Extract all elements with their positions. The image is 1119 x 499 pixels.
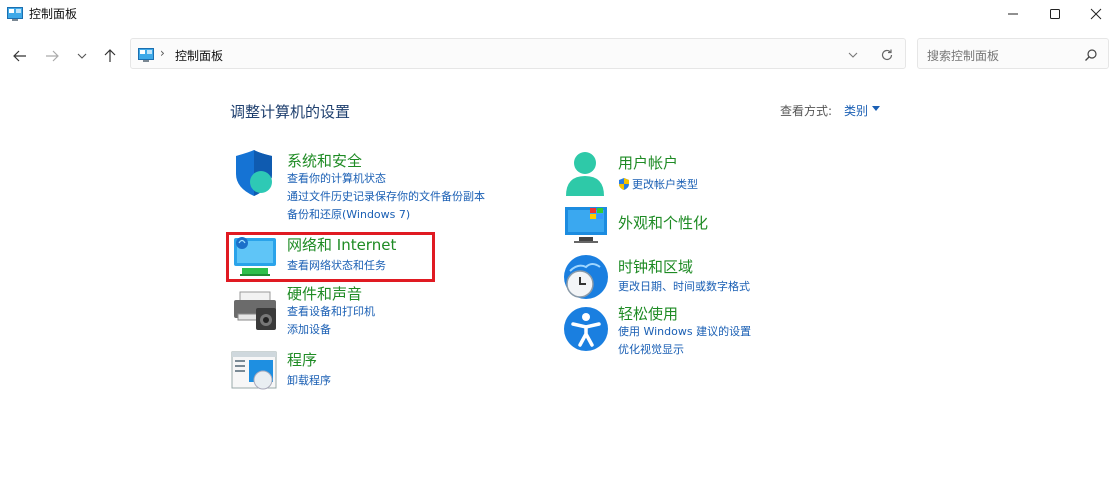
link-change-account-type[interactable]: 更改帐户类型 [618,176,698,192]
category-programs[interactable]: 程序 [287,349,317,370]
category-clock-region[interactable]: 时钟和区域 [618,256,693,277]
category-hardware-sound[interactable]: 硬件和声音 [287,283,362,304]
category-user-accounts[interactable]: 用户帐户 [618,152,678,173]
view-by-dropdown[interactable]: 类别 [844,102,868,119]
chevron-down-icon [77,53,87,59]
arrow-right-icon [46,50,59,62]
link-change-date-time-format[interactable]: 更改日期、时间或数字格式 [618,278,750,294]
breadcrumb-control-panel[interactable]: 控制面板 [175,47,223,64]
forward-button[interactable] [40,44,64,68]
category-appearance[interactable]: 外观和个性化 [618,212,708,233]
link-optimize-visual-display[interactable]: 优化视觉显示 [618,341,684,357]
uac-shield-icon [619,178,629,190]
search-input[interactable]: 搜索控制面板 [917,38,1109,69]
link-add-device[interactable]: 添加设备 [287,321,331,337]
back-button[interactable] [8,44,32,68]
address-dropdown-button[interactable] [845,47,861,63]
printer-icon[interactable] [232,290,282,340]
view-by-label: 查看方式: [780,104,833,118]
minimize-icon [1008,13,1018,15]
accessibility-icon[interactable] [562,305,612,355]
maximize-button[interactable] [1032,0,1078,28]
minimize-button[interactable] [990,0,1036,28]
refresh-icon [881,49,893,61]
recent-locations-button[interactable] [70,44,94,68]
link-recommended-settings[interactable]: 使用 Windows 建议的设置 [618,323,751,339]
programs-icon[interactable] [231,350,281,400]
window-title: 控制面板 [29,7,78,21]
arrow-left-icon [13,50,26,62]
link-view-computer-status[interactable]: 查看你的计算机状态 [287,170,386,186]
breadcrumb-separator[interactable]: › [160,46,165,60]
search-placeholder: 搜索控制面板 [927,49,1000,63]
maximize-icon [1050,9,1060,19]
chevron-down-icon [848,52,858,58]
shield-icon[interactable] [232,150,282,200]
control-panel-icon [7,6,23,21]
caret-down-icon[interactable] [872,106,880,112]
user-accounts-icon[interactable] [564,150,614,200]
category-system-security[interactable]: 系统和安全 [287,150,362,171]
link-backup-restore[interactable]: 备份和还原(Windows 7) [287,206,410,222]
arrow-up-icon [104,49,116,62]
link-file-history-backup[interactable]: 通过文件历史记录保存你的文件备份副本 [287,188,485,204]
address-bar[interactable]: › 控制面板 [130,38,906,69]
close-button[interactable] [1073,0,1119,28]
refresh-button[interactable] [879,47,895,63]
link-change-account-type-label: 更改帐户类型 [632,178,698,191]
up-button[interactable] [98,44,122,68]
control-panel-icon [138,47,154,62]
search-icon[interactable] [1084,47,1098,61]
link-uninstall-program[interactable]: 卸载程序 [287,372,331,388]
page-title: 调整计算机的设置 [230,103,351,121]
highlight-box [226,232,435,282]
close-icon [1090,8,1102,20]
appearance-icon[interactable] [564,205,614,255]
link-devices-printers[interactable]: 查看设备和打印机 [287,303,375,319]
category-ease-of-access[interactable]: 轻松使用 [618,303,678,324]
clock-icon[interactable] [562,253,612,303]
title-bar: 控制面板 [0,0,1119,30]
navigation-bar: › 控制面板 搜索控制面板 [0,36,1119,74]
